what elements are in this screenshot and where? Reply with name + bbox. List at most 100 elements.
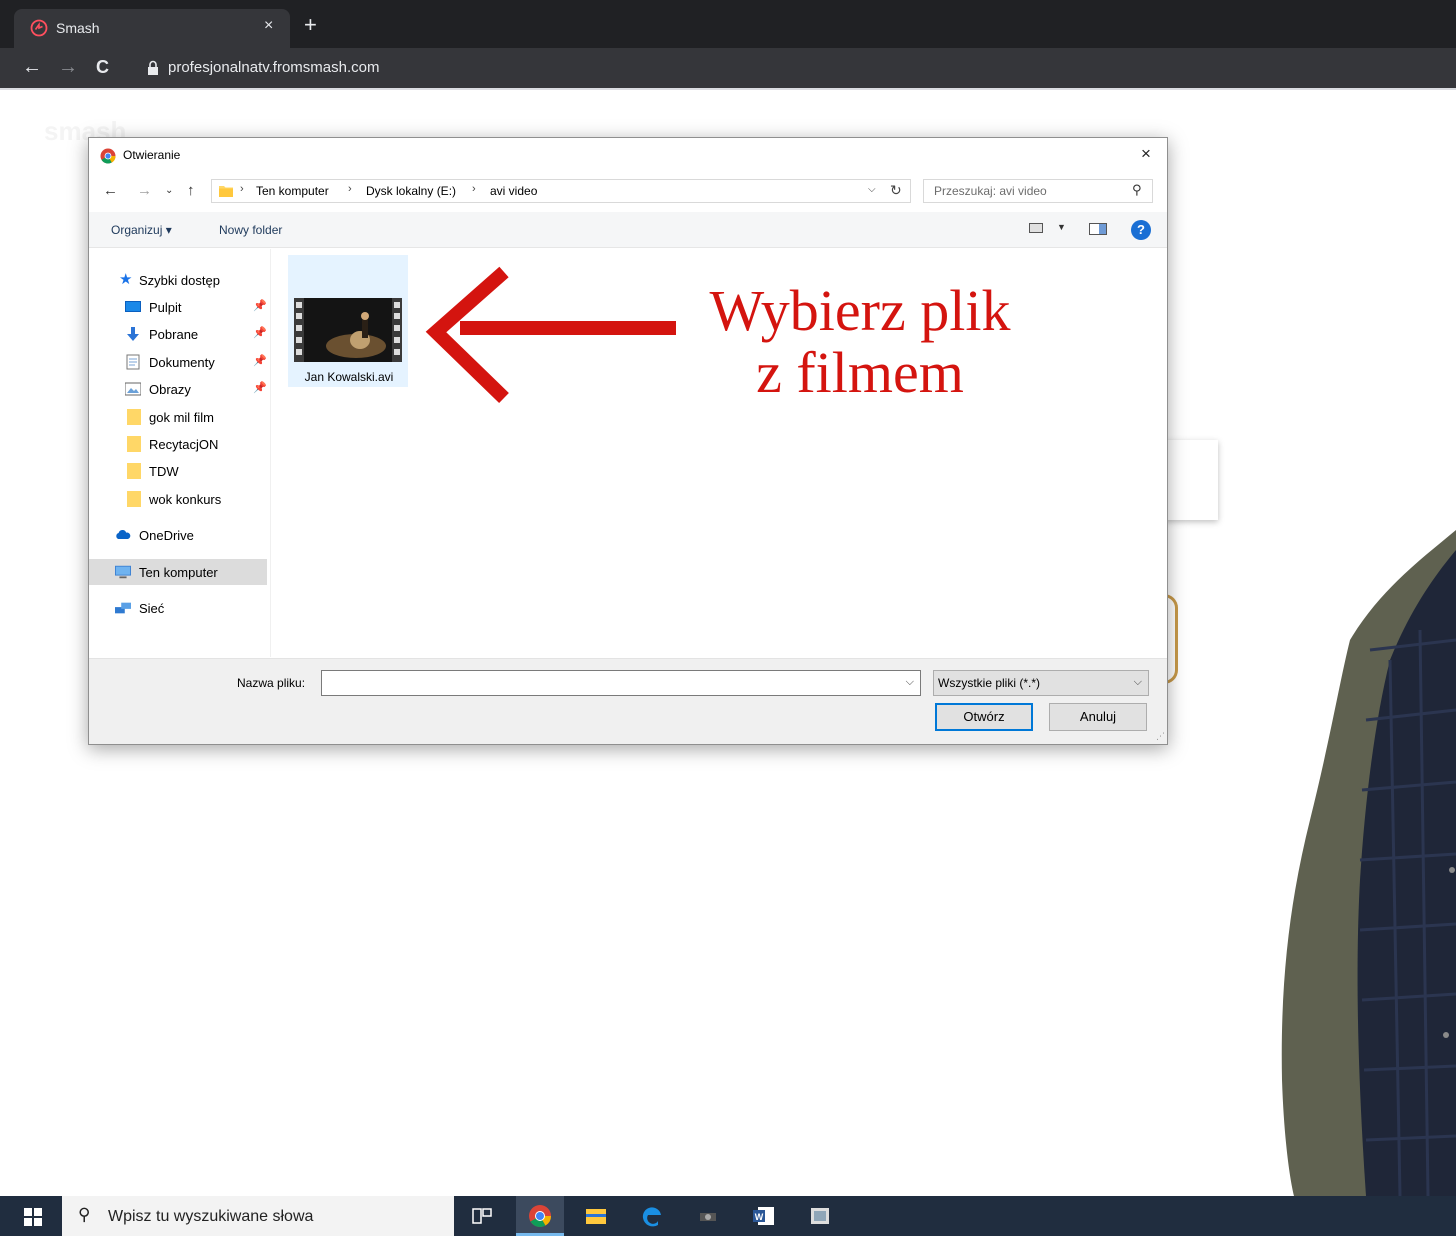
tab-close-icon[interactable]: × bbox=[264, 17, 273, 35]
dialog-titlebar[interactable]: Otwieranie × bbox=[89, 138, 1167, 172]
folder-icon bbox=[127, 409, 141, 425]
taskbar-search-placeholder: Wpisz tu wyszukiwane słowa bbox=[108, 1208, 314, 1225]
filetype-dropdown-icon: ⌵ bbox=[1133, 676, 1142, 688]
up-folder-icon[interactable]: ↑ bbox=[187, 182, 195, 199]
dialog-footer: Nazwa pliku: ⌵ Wszystkie pliki (*.*) ⌵ O… bbox=[89, 658, 1167, 744]
document-icon bbox=[126, 354, 140, 370]
computer-icon bbox=[115, 565, 131, 579]
nav-quick-access[interactable]: ★ Szybki dostęp bbox=[89, 267, 269, 293]
task-view-icon[interactable] bbox=[470, 1204, 494, 1228]
star-icon: ★ bbox=[119, 271, 133, 288]
taskbar-search-input[interactable]: ⚲ Wpisz tu wyszukiwane słowa bbox=[62, 1196, 454, 1236]
browser-toolbar: ← → C profesjonalnatv.fromsmash.com bbox=[0, 48, 1456, 88]
folder-icon bbox=[127, 463, 141, 479]
dialog-addressbar: ← → ⌄ ↑ › Ten komputer › Dysk lokalny (E… bbox=[89, 176, 1167, 208]
back-icon[interactable]: ← bbox=[22, 56, 42, 78]
pin-icon: 📌 bbox=[253, 355, 267, 367]
nav-folder-tdw[interactable]: TDW bbox=[89, 458, 269, 484]
network-icon bbox=[115, 602, 131, 614]
navigation-pane: ★ Szybki dostęp Pulpit 📌 Pobrane 📌 Dokum… bbox=[89, 249, 271, 657]
cancel-button[interactable]: Anuluj bbox=[1049, 703, 1147, 731]
pin-icon: 📌 bbox=[253, 300, 267, 312]
nav-this-pc[interactable]: Ten komputer bbox=[89, 559, 267, 585]
open-button[interactable]: Otwórz bbox=[935, 703, 1033, 731]
view-dropdown-icon[interactable]: ▼ bbox=[1057, 222, 1066, 232]
new-folder-button[interactable]: Nowy folder bbox=[219, 223, 282, 237]
person-photo bbox=[1281, 530, 1456, 1196]
forward-icon[interactable]: → bbox=[58, 56, 78, 78]
annotation-line-1: Wybierz plik bbox=[709, 278, 1011, 343]
download-icon bbox=[127, 327, 139, 341]
folder-icon bbox=[219, 186, 233, 197]
breadcrumb-this-pc[interactable]: Ten komputer bbox=[256, 184, 329, 198]
folder-icon bbox=[127, 491, 141, 507]
filetype-select[interactable]: Wszystkie pliki (*.*) ⌵ bbox=[933, 670, 1149, 696]
pictures-icon bbox=[125, 382, 141, 396]
path-dropdown-icon[interactable]: ⌵ bbox=[868, 184, 876, 195]
recent-locations-icon[interactable]: ⌄ bbox=[165, 185, 173, 196]
filename-dropdown-icon[interactable]: ⌵ bbox=[906, 676, 914, 689]
annotation-text: Wybierz plik z filmem bbox=[660, 280, 1060, 404]
file-item[interactable]: Jan Kowalski.avi bbox=[288, 255, 408, 387]
file-name: Jan Kowalski.avi bbox=[304, 370, 394, 384]
chrome-taskbar-icon[interactable] bbox=[528, 1204, 552, 1228]
organize-button[interactable]: Organizuj ▾ bbox=[111, 223, 172, 237]
nav-downloads[interactable]: Pobrane 📌 bbox=[89, 321, 269, 347]
annotation-line-2: z filmem bbox=[756, 340, 964, 405]
smash-logo-icon bbox=[30, 19, 48, 37]
preview-pane-icon[interactable] bbox=[1089, 223, 1107, 235]
nav-folder-gok-mil-film[interactable]: gok mil film bbox=[89, 404, 269, 430]
search-placeholder: Przeszukaj: avi video bbox=[934, 184, 1047, 198]
chrome-icon bbox=[100, 148, 116, 164]
desktop-icon bbox=[125, 301, 141, 312]
refresh-icon[interactable]: ↻ bbox=[890, 182, 902, 199]
nav-documents[interactable]: Dokumenty 📌 bbox=[89, 349, 269, 375]
dialog-commandbar: Organizuj ▾ Nowy folder ▼ ? bbox=[89, 212, 1167, 248]
nav-onedrive[interactable]: OneDrive bbox=[89, 522, 269, 548]
pin-icon: 📌 bbox=[253, 382, 267, 394]
tab-title: Smash bbox=[56, 20, 100, 36]
edge-icon[interactable] bbox=[640, 1204, 664, 1228]
app-icon[interactable] bbox=[696, 1204, 720, 1228]
nav-network[interactable]: Sieć bbox=[89, 595, 269, 621]
help-icon[interactable]: ? bbox=[1131, 220, 1151, 240]
filetype-value: Wszystkie pliki (*.*) bbox=[938, 676, 1041, 690]
open-file-dialog: Otwieranie × ← → ⌄ ↑ › Ten komputer › Dy… bbox=[88, 137, 1168, 745]
browser-tabstrip: Smash × + bbox=[0, 0, 1456, 48]
dialog-close-icon[interactable]: × bbox=[1141, 144, 1151, 164]
address-bar[interactable]: profesjonalnatv.fromsmash.com bbox=[168, 59, 379, 76]
toolbar-divider bbox=[0, 88, 1456, 90]
word-icon[interactable]: W bbox=[752, 1204, 776, 1228]
folder-icon bbox=[127, 436, 141, 452]
reload-icon[interactable]: C bbox=[96, 56, 109, 78]
pin-icon: 📌 bbox=[253, 327, 267, 339]
cloud-icon bbox=[116, 530, 131, 539]
lock-icon bbox=[148, 60, 158, 75]
resize-grip-icon[interactable]: ⋰ bbox=[1156, 731, 1165, 742]
filename-label: Nazwa pliku: bbox=[237, 676, 306, 690]
filename-input[interactable]: ⌵ bbox=[321, 670, 921, 696]
screen: Smash × + ← → C profesjonalnatv.fromsmas… bbox=[0, 0, 1456, 1236]
windows-taskbar: ⚲ Wpisz tu wyszukiwane słowa W bbox=[0, 1196, 1456, 1236]
dialog-back-icon[interactable]: ← bbox=[103, 182, 118, 199]
svg-text:W: W bbox=[755, 1212, 764, 1222]
photo-app-icon[interactable] bbox=[808, 1204, 832, 1228]
breadcrumb-folder[interactable]: avi video bbox=[490, 184, 537, 198]
file-explorer-icon[interactable] bbox=[584, 1204, 608, 1228]
page-card bbox=[1160, 440, 1218, 520]
breadcrumb-drive[interactable]: Dysk lokalny (E:) bbox=[366, 184, 456, 198]
path-breadcrumb[interactable]: › Ten komputer › Dysk lokalny (E:) › avi… bbox=[211, 179, 911, 203]
new-tab-button[interactable]: + bbox=[304, 14, 317, 36]
windows-start-icon[interactable] bbox=[24, 1208, 42, 1226]
search-icon: ⚲ bbox=[1132, 182, 1142, 197]
view-options-icon[interactable] bbox=[1029, 223, 1043, 233]
annotation-arrow-icon bbox=[425, 266, 676, 404]
nav-desktop[interactable]: Pulpit 📌 bbox=[89, 294, 269, 320]
dialog-forward-icon[interactable]: → bbox=[137, 182, 152, 199]
browser-tab[interactable]: Smash × bbox=[14, 9, 290, 48]
nav-pictures[interactable]: Obrazy 📌 bbox=[89, 376, 269, 402]
nav-folder-recytacjon[interactable]: RecytacjON bbox=[89, 431, 269, 457]
nav-folder-wok-konkurs[interactable]: wok konkurs bbox=[89, 486, 269, 512]
video-file-icon bbox=[294, 298, 402, 362]
search-input[interactable]: Przeszukaj: avi video ⚲ bbox=[923, 179, 1153, 203]
